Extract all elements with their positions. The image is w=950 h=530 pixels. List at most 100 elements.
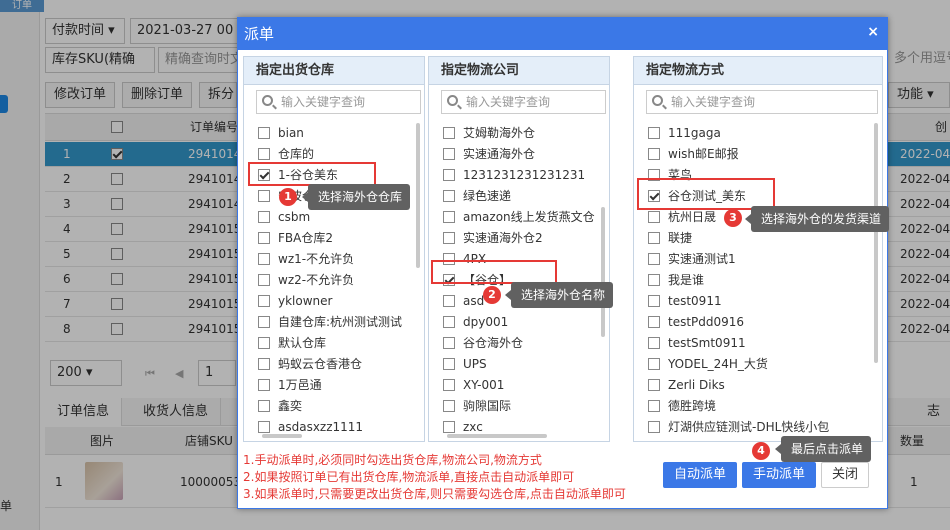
option-checkbox[interactable] bbox=[258, 210, 270, 223]
logistics-company-option[interactable]: UPS bbox=[443, 354, 603, 375]
logistics-method-search[interactable] bbox=[646, 90, 878, 114]
option-checkbox[interactable] bbox=[443, 189, 455, 202]
logistics-method-option[interactable]: 111gaga bbox=[648, 123, 873, 144]
warehouse-option[interactable]: yklowner bbox=[258, 291, 418, 312]
option-checkbox[interactable] bbox=[258, 336, 270, 349]
logistics-method-option[interactable]: 实速通测试1 bbox=[648, 249, 873, 270]
logistics-company-search-input[interactable] bbox=[466, 93, 601, 111]
option-label: 111gaga bbox=[668, 126, 721, 140]
option-checkbox[interactable] bbox=[443, 378, 455, 391]
option-checkbox[interactable] bbox=[648, 294, 660, 307]
warehouse-option[interactable]: 自建仓库:杭州测试测试 bbox=[258, 312, 418, 333]
auto-dispatch-button[interactable]: 自动派单 bbox=[663, 462, 738, 488]
warehouse-option[interactable]: 1万邑通 bbox=[258, 375, 418, 396]
option-label: XY-001 bbox=[463, 378, 505, 392]
option-checkbox[interactable] bbox=[258, 399, 270, 412]
option-checkbox[interactable] bbox=[648, 399, 660, 412]
close-icon[interactable]: × bbox=[867, 24, 879, 40]
logistics-company-hscrollbar[interactable] bbox=[447, 434, 547, 438]
option-label: zxc bbox=[463, 420, 483, 434]
option-checkbox[interactable] bbox=[648, 231, 660, 244]
option-checkbox[interactable] bbox=[648, 315, 660, 328]
logistics-method-option[interactable]: 德胜跨境 bbox=[648, 396, 873, 417]
logistics-company-option[interactable]: 1231231231231231 bbox=[443, 165, 603, 186]
logistics-company-option[interactable]: amazon线上发货燕文仓 bbox=[443, 207, 603, 228]
option-checkbox[interactable] bbox=[648, 210, 660, 223]
warehouse-option[interactable]: 蚂蚁云仓香港仓 bbox=[258, 354, 418, 375]
logistics-method-option[interactable]: test0911 bbox=[648, 291, 873, 312]
option-label: wish邮E邮报 bbox=[668, 147, 739, 161]
logistics-method-scrollbar[interactable] bbox=[874, 123, 878, 363]
option-checkbox[interactable] bbox=[258, 357, 270, 370]
option-checkbox[interactable] bbox=[648, 357, 660, 370]
logistics-method-option[interactable]: YODEL_24H_大货 bbox=[648, 354, 873, 375]
logistics-method-option[interactable]: testPdd0916 bbox=[648, 312, 873, 333]
option-checkbox[interactable] bbox=[443, 147, 455, 160]
warehouse-option[interactable]: 鑫奕 bbox=[258, 396, 418, 417]
option-checkbox[interactable] bbox=[443, 315, 455, 328]
option-checkbox[interactable] bbox=[258, 126, 270, 139]
option-label: Zerli Diks bbox=[668, 378, 725, 392]
option-label: 灯湖供应链测试-DHL快线小包 bbox=[668, 420, 830, 434]
logistics-company-option[interactable]: 驹隙国际 bbox=[443, 396, 603, 417]
option-checkbox[interactable] bbox=[258, 420, 270, 433]
logistics-company-option[interactable]: 实速通海外仓 bbox=[443, 144, 603, 165]
logistics-company-option[interactable]: dpy001 bbox=[443, 312, 603, 333]
logistics-company-search[interactable] bbox=[441, 90, 606, 114]
logistics-method-option[interactable]: 灯湖供应链测试-DHL快线小包 bbox=[648, 417, 873, 438]
option-checkbox[interactable] bbox=[258, 273, 270, 286]
logistics-method-option[interactable]: wish邮E邮报 bbox=[648, 144, 873, 165]
logistics-method-option[interactable]: testSmt0911 bbox=[648, 333, 873, 354]
option-checkbox[interactable] bbox=[443, 336, 455, 349]
manual-dispatch-button[interactable]: 手动派单 bbox=[742, 462, 817, 488]
option-checkbox[interactable] bbox=[443, 420, 455, 433]
option-checkbox[interactable] bbox=[648, 378, 660, 391]
option-checkbox[interactable] bbox=[648, 273, 660, 286]
option-label: wz2-不允许负 bbox=[278, 273, 355, 287]
option-checkbox[interactable] bbox=[443, 168, 455, 181]
logistics-company-option[interactable]: 艾姆勒海外仓 bbox=[443, 123, 603, 144]
option-checkbox[interactable] bbox=[443, 294, 455, 307]
option-checkbox[interactable] bbox=[443, 357, 455, 370]
option-checkbox[interactable] bbox=[648, 420, 660, 433]
logistics-method-search-input[interactable] bbox=[671, 93, 871, 111]
warehouse-hscrollbar[interactable] bbox=[262, 434, 302, 438]
warehouse-search-input[interactable] bbox=[281, 93, 416, 111]
option-label: asdasxzz1111 bbox=[278, 420, 364, 434]
option-label: bian bbox=[278, 126, 304, 140]
option-checkbox[interactable] bbox=[648, 147, 660, 160]
logistics-company-scrollbar[interactable] bbox=[601, 207, 605, 337]
option-checkbox[interactable] bbox=[258, 378, 270, 391]
warehouse-search[interactable] bbox=[256, 90, 421, 114]
logistics-method-option[interactable]: Zerli Diks bbox=[648, 375, 873, 396]
warehouse-option[interactable]: bian bbox=[258, 123, 418, 144]
option-label: 实速通海外仓 bbox=[463, 147, 536, 161]
logistics-company-option[interactable]: XY-001 bbox=[443, 375, 603, 396]
logistics-company-panel-title: 指定物流公司 bbox=[429, 57, 609, 85]
close-button[interactable]: 关闭 bbox=[821, 462, 870, 488]
option-checkbox[interactable] bbox=[443, 231, 455, 244]
logistics-company-option[interactable]: 绿色速递 bbox=[443, 186, 603, 207]
option-checkbox[interactable] bbox=[648, 126, 660, 139]
warehouse-option[interactable]: csbm bbox=[258, 207, 418, 228]
option-checkbox[interactable] bbox=[258, 252, 270, 265]
option-checkbox[interactable] bbox=[258, 231, 270, 244]
warehouse-option[interactable]: 默认仓库 bbox=[258, 333, 418, 354]
option-checkbox[interactable] bbox=[258, 189, 270, 202]
logistics-company-option[interactable]: 谷仓海外仓 bbox=[443, 333, 603, 354]
search-icon bbox=[447, 95, 458, 106]
logistics-method-option[interactable]: 我是谁 bbox=[648, 270, 873, 291]
warehouse-option[interactable]: wz1-不允许负 bbox=[258, 249, 418, 270]
warehouse-option[interactable]: wz2-不允许负 bbox=[258, 270, 418, 291]
warehouse-option[interactable]: FBA仓库2 bbox=[258, 228, 418, 249]
option-checkbox[interactable] bbox=[648, 252, 660, 265]
option-checkbox[interactable] bbox=[258, 294, 270, 307]
logistics-company-option[interactable]: 实速通海外仓2 bbox=[443, 228, 603, 249]
option-checkbox[interactable] bbox=[258, 147, 270, 160]
option-checkbox[interactable] bbox=[443, 399, 455, 412]
option-checkbox[interactable] bbox=[443, 210, 455, 223]
warehouse-scrollbar[interactable] bbox=[416, 123, 420, 268]
option-checkbox[interactable] bbox=[258, 315, 270, 328]
option-checkbox[interactable] bbox=[648, 336, 660, 349]
option-checkbox[interactable] bbox=[443, 126, 455, 139]
